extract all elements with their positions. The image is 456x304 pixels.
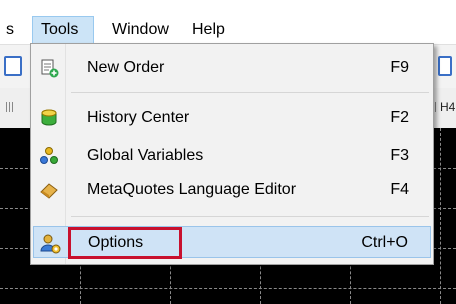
menu-item-shortcut: F9 (390, 59, 409, 76)
toolbar-button[interactable] (4, 56, 22, 76)
grid-line (440, 128, 441, 304)
menu-tools[interactable]: Tools (32, 16, 94, 44)
menu-help[interactable]: Help (184, 16, 233, 44)
menu-bar: s Tools Window Help (0, 16, 456, 45)
menu-item-label: New Order (87, 59, 165, 76)
menu-item-history-center[interactable]: History Center F2 (33, 102, 431, 134)
menu-item-label: Global Variables (87, 147, 204, 164)
menu-item-metaquotes-language-editor[interactable]: MetaQuotes Language Editor F4 (33, 174, 431, 206)
options-icon (40, 233, 61, 254)
timeframe-h4[interactable]: H4 (440, 100, 455, 114)
toolbar-button[interactable] (438, 56, 452, 76)
menu-view-partial[interactable]: s (0, 16, 22, 44)
menu-item-label: MetaQuotes Language Editor (87, 181, 297, 198)
menu-item-shortcut: F2 (390, 109, 409, 126)
menu-item-new-order[interactable]: New Order F9 (33, 52, 431, 84)
menu-item-shortcut: F3 (390, 147, 409, 164)
menu-separator (71, 216, 429, 217)
menu-item-label: History Center (87, 109, 190, 126)
grid-line (0, 288, 456, 289)
new-order-icon (39, 58, 59, 78)
annotation-highlight-box (68, 227, 182, 259)
menu-item-global-variables[interactable]: Global Variables F3 (33, 140, 431, 172)
global-variables-icon (39, 146, 59, 166)
menu-window[interactable]: Window (104, 16, 177, 44)
metaeditor-icon (39, 180, 59, 200)
menu-item-shortcut: Ctrl+O (361, 234, 408, 251)
toolbar-grip-icon (6, 102, 14, 112)
menu-separator (71, 92, 429, 93)
history-center-icon (39, 108, 59, 128)
menu-item-shortcut: F4 (390, 181, 409, 198)
